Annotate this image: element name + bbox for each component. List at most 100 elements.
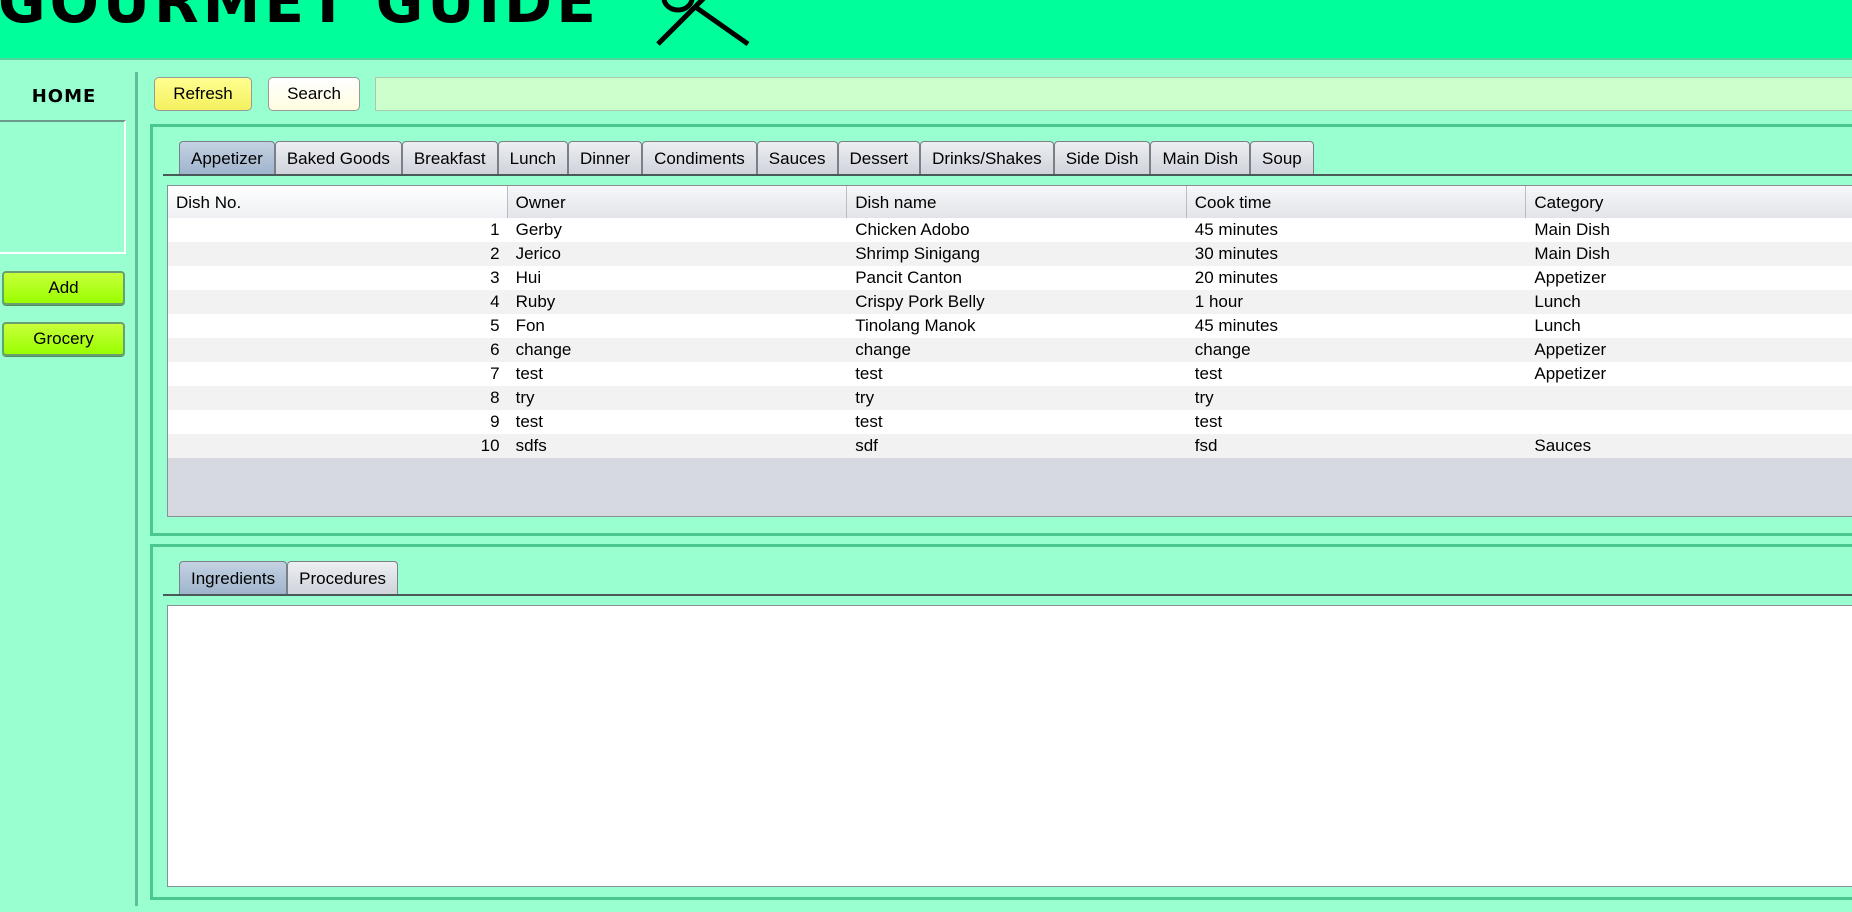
tab-sauces[interactable]: Sauces <box>756 141 838 175</box>
column-header[interactable]: Owner <box>508 186 848 218</box>
tab-baked-goods[interactable]: Baked Goods <box>274 141 402 175</box>
table-row[interactable]: 3 Hui Pancit Canton 20 minutes Appetizer <box>168 266 1852 290</box>
table-row[interactable]: 5 Fon Tinolang Manok 45 minutes Lunch <box>168 314 1852 338</box>
detail-tab-ingredients[interactable]: Ingredients <box>179 561 288 595</box>
table-cell: change <box>1194 340 1251 359</box>
table-cell: 30 minutes <box>1194 244 1278 263</box>
table-cell: 5 <box>490 316 500 335</box>
column-header[interactable]: Dish name <box>847 186 1187 218</box>
table-cell: 3 <box>490 268 500 287</box>
table-cell: Jerico <box>515 244 561 263</box>
table-cell: test <box>855 412 883 431</box>
refresh-button[interactable]: Refresh <box>154 77 252 111</box>
table-cell: Main Dish <box>1534 220 1610 239</box>
table-cell: 1 <box>490 220 500 239</box>
table-cell: try <box>855 388 875 407</box>
tab-condiments[interactable]: Condiments <box>642 141 757 175</box>
tab-dinner[interactable]: Dinner <box>567 141 643 175</box>
table-cell: Crispy Pork Belly <box>855 292 985 311</box>
details-panel: Ingredients Procedures <box>150 544 1852 900</box>
table-cell: Main Dish <box>1534 244 1610 263</box>
home-panel <box>0 120 126 254</box>
table-cell: try <box>1194 388 1214 407</box>
table-row[interactable]: 4 Ruby Crispy Pork Belly 1 hour Lunch <box>168 290 1852 314</box>
table-cell: test <box>855 364 883 383</box>
table-cell: fsd <box>1194 436 1218 455</box>
dishes-table: Dish No. Owner Dish name Cook time Category … <box>167 185 1852 517</box>
table-cell: 7 <box>490 364 500 383</box>
table-cell: test <box>515 364 543 383</box>
tab-dessert[interactable]: Dessert <box>837 141 921 175</box>
table-cell <box>1526 386 1852 410</box>
search-button[interactable]: Search <box>268 77 360 111</box>
table-cell: Appetizer <box>1534 364 1607 383</box>
search-input[interactable] <box>375 77 1852 111</box>
sidebar: HOME Add Grocery <box>0 72 138 906</box>
tab-soup[interactable]: Soup <box>1250 141 1314 175</box>
tab-appetizer[interactable]: Appetizer <box>179 141 275 175</box>
table-cell: test <box>1194 364 1223 383</box>
table-cell: 9 <box>490 412 500 431</box>
table-cell: Lunch <box>1534 316 1581 335</box>
table-cell: Shrimp Sinigang <box>855 244 980 263</box>
detail-content-area[interactable] <box>167 605 1852 887</box>
column-header[interactable]: Cook time <box>1187 186 1527 218</box>
tab-drinks-shakes[interactable]: Drinks/Shakes <box>920 141 1054 175</box>
table-cell: change <box>855 340 911 359</box>
table-cell: 8 <box>490 388 500 407</box>
detail-tab-procedures[interactable]: Procedures <box>287 561 399 595</box>
category-tabs: Appetizer Baked Goods Breakfast Lunch Dinner… <box>179 141 1314 175</box>
table-cell: Appetizer <box>1534 268 1607 287</box>
tab-lunch[interactable]: Lunch <box>497 141 568 175</box>
table-cell: 2 <box>490 244 500 263</box>
dishes-panel: Appetizer Baked Goods Breakfast Lunch Dinner… <box>150 124 1852 536</box>
tab-breakfast[interactable]: Breakfast <box>401 141 498 175</box>
table-cell: test <box>1194 412 1223 431</box>
table-cell: 10 <box>480 436 500 455</box>
table-row[interactable]: 10 sdfs sdf fsd Sauces <box>168 434 1852 458</box>
table-cell: Fon <box>515 316 545 335</box>
table-cell: 6 <box>490 340 500 359</box>
table-cell: 1 hour <box>1194 292 1243 311</box>
table-cell: 45 minutes <box>1194 316 1278 335</box>
table-cell: Sauces <box>1534 436 1592 455</box>
table-cell: Chicken Adobo <box>855 220 970 239</box>
tab-side-dish[interactable]: Side Dish <box>1053 141 1151 175</box>
table-body: 1 Gerby Chicken Adobo 45 minutes Main Dish 2 J… <box>168 218 1852 458</box>
app-title: GOURMET GUIDE <box>0 0 600 36</box>
table-cell: try <box>515 388 535 407</box>
table-cell <box>1526 410 1852 434</box>
table-cell: Hui <box>515 268 542 287</box>
table-cell: sdfs <box>515 436 547 455</box>
fork-spoon-icon <box>656 0 750 47</box>
home-button[interactable]: HOME <box>0 82 128 112</box>
table-row[interactable]: 9 test test test <box>168 410 1852 434</box>
table-row[interactable]: 7 test test test Appetizer <box>168 362 1852 386</box>
detail-tabs: Ingredients Procedures <box>179 561 399 595</box>
table-cell: 20 minutes <box>1194 268 1278 287</box>
table-row[interactable]: 2 Jerico Shrimp Sinigang 30 minutes Main Dis… <box>168 242 1852 266</box>
grocery-button[interactable]: Grocery <box>2 322 125 356</box>
table-cell: Pancit Canton <box>855 268 962 287</box>
table-cell: sdf <box>855 436 878 455</box>
column-header[interactable]: Category <box>1526 186 1852 218</box>
table-cell: Tinolang Manok <box>855 316 976 335</box>
table-cell: Gerby <box>515 220 562 239</box>
table-cell: 45 minutes <box>1194 220 1278 239</box>
tab-divider <box>163 174 1852 176</box>
table-row[interactable]: 8 try try try <box>168 386 1852 410</box>
tab-divider <box>163 594 1852 596</box>
table-cell: change <box>515 340 572 359</box>
table-cell: test <box>515 412 543 431</box>
table-row[interactable]: 1 Gerby Chicken Adobo 45 minutes Main Dish <box>168 218 1852 242</box>
table-header: Dish No. Owner Dish name Cook time Category <box>168 186 1852 219</box>
add-button[interactable]: Add <box>2 271 125 305</box>
table-row[interactable]: 6 change change change Appetizer <box>168 338 1852 362</box>
table-cell: Appetizer <box>1534 340 1607 359</box>
column-header[interactable]: Dish No. <box>168 186 508 218</box>
app-header: GOURMET GUIDE <box>0 0 1852 60</box>
table-cell: Lunch <box>1534 292 1581 311</box>
tab-main-dish[interactable]: Main Dish <box>1150 141 1251 175</box>
table-cell: Ruby <box>515 292 556 311</box>
table-cell: 4 <box>490 292 500 311</box>
